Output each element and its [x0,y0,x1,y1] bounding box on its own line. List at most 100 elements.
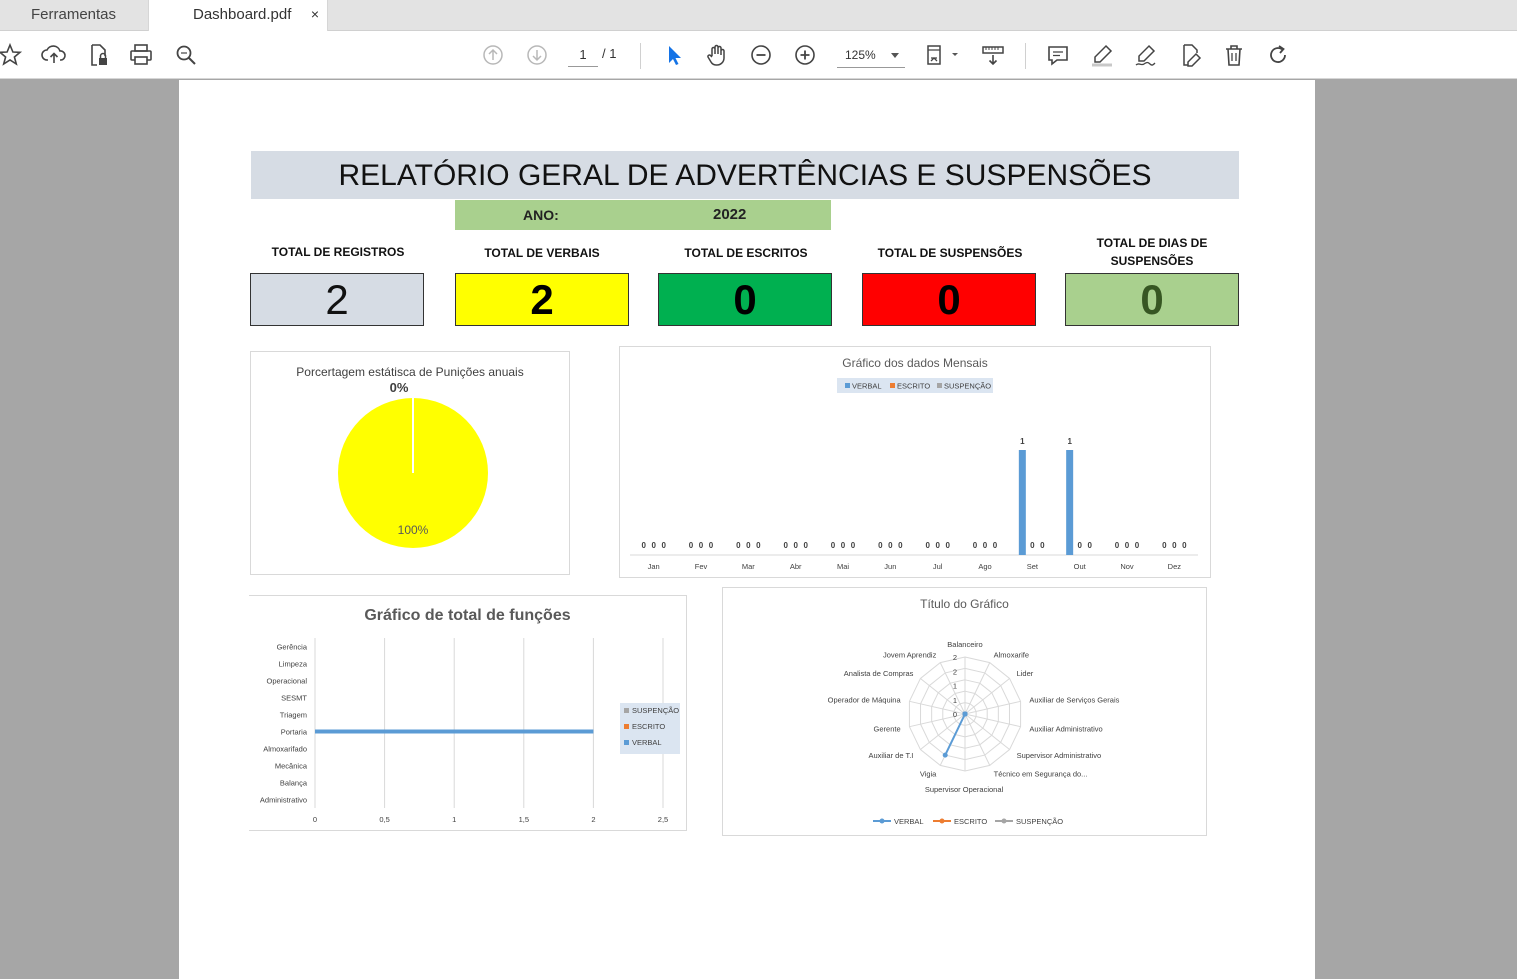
x-tick-label: 1 [452,815,456,824]
zoom-out-icon[interactable] [747,41,775,69]
legend-marker-dot [1001,818,1007,824]
zoom-in-icon[interactable] [791,41,819,69]
close-tab-icon[interactable]: × [311,0,319,29]
hand-tool-icon[interactable] [703,41,731,69]
x-tick-label: Jun [884,562,896,571]
x-tick-label: Set [1027,562,1039,571]
edit-document-icon[interactable] [1176,41,1204,69]
bar [1018,450,1026,555]
data-label: 0 [661,541,666,550]
legend-label: VERBAL [632,738,662,747]
radar-category-label: Gerente [874,725,901,734]
legend-marker [845,383,850,388]
legend-marker-dot [939,818,945,824]
data-label: 0 [1115,541,1120,550]
legend-label: ESCRITO [897,382,930,391]
r-tick-label: 2 [953,653,957,662]
functions-bar-chart: 0 0,5 1 1,5 2 2,5 Administrativo Balança Mecânic… [260,638,680,824]
x-tick-label: Mai [837,562,849,571]
rotate-icon[interactable] [1264,41,1292,69]
x-tick-label: Jul [933,562,943,571]
legend-marker [890,383,895,388]
data-label: 0 [1172,541,1177,550]
data-label: 0 [689,541,694,550]
r-tick-label: 0 [953,710,957,719]
data-label: 0 [793,541,798,550]
trash-icon[interactable] [1220,41,1248,69]
year-band: ANO: 2022 [455,200,831,230]
select-cursor-icon[interactable] [660,41,688,69]
pie-label-full: 100% [398,523,429,537]
legend-marker [624,724,629,729]
tab-tools[interactable]: Ferramentas [0,0,147,31]
data-label: 0 [993,541,998,550]
year-value: 2022 [713,206,747,223]
radar-category-label: Almoxarife [994,651,1029,660]
y-tick-label: Portaria [281,728,308,737]
legend-label: ESCRITO [632,722,665,731]
kpi-value-verbais: 2 [455,273,629,326]
kpi-label-registros: TOTAL DE REGISTROS [271,245,405,259]
data-label: 0 [699,541,704,550]
data-label: 0 [1162,541,1167,550]
protect-document-icon[interactable] [84,41,112,69]
data-label: 0 [925,541,930,550]
data-label: 0 [851,541,856,550]
y-tick-label: Limpeza [279,660,308,669]
y-tick-label: Balança [280,779,308,788]
comment-icon[interactable] [1044,41,1072,69]
scroll-mode-icon[interactable] [979,41,1007,69]
x-tick-label: Nov [1120,562,1134,571]
data-label: 0 [935,541,940,550]
x-tick-label: 1,5 [519,815,529,824]
radar-category-label: Analista de Compras [844,669,914,678]
data-label: 0 [1040,541,1045,550]
data-label: 0 [983,541,988,550]
star-icon[interactable] [0,41,24,69]
radar-category-label: Operador de Máquina [828,695,902,704]
x-tick-label: 2,5 [658,815,668,824]
print-icon[interactable] [127,41,155,69]
pie-chart-frame: Porcertagem estátisca de Punições anuais… [250,351,570,575]
data-label: 0 [1135,541,1140,550]
search-icon[interactable] [172,41,200,69]
bar [315,729,594,734]
data-label: 0 [888,541,893,550]
highlight-pen-icon[interactable] [1088,41,1116,69]
data-label: 0 [1077,541,1082,550]
previous-page-icon[interactable] [479,41,507,69]
legend-label: SUSPENÇÃO [944,382,991,391]
y-tick-label: Operacional [267,677,308,686]
radar-point [962,711,968,717]
next-page-icon[interactable] [523,41,551,69]
data-label: 0 [756,541,761,550]
x-tick-label: Mar [742,562,755,571]
x-tick-label: 0,5 [379,815,389,824]
x-tick-label: Jan [648,562,660,571]
page-fit-icon[interactable] [922,41,962,69]
data-label: 0 [831,541,836,550]
sign-pen-icon[interactable] [1132,41,1160,69]
page-number-input[interactable]: 1 [568,45,598,67]
legend-marker [937,383,942,388]
data-label: 0 [641,541,646,550]
radar-category-label: Balanceiro [947,640,982,649]
data-label: 0 [1087,541,1092,550]
toolbar: 1 / 1 125% [0,31,1517,79]
legend-label: VERBAL [894,817,924,826]
r-tick-label: 2 [953,667,957,676]
x-tick-label: Out [1074,562,1087,571]
upload-cloud-icon[interactable] [40,41,68,69]
tab-document[interactable]: Dashboard.pdf × [148,0,328,32]
radar-category-label: Auxiliar de T.I [869,751,914,760]
x-tick-label: Abr [790,562,802,571]
kpi-label-suspensoes: TOTAL DE SUSPENSÕES [877,246,1023,260]
data-label: 0 [803,541,808,550]
kpi-value-dias-suspensoes: 0 [1065,273,1239,326]
legend-label: ESCRITO [954,817,987,826]
data-label: 0 [1182,541,1187,550]
data-label: 0 [878,541,883,550]
kpi-value-suspensoes: 0 [862,273,1036,326]
radar-chart: 0 1 1 2 2 Balanceiro Almoxarife Lider Auxiliar d… [828,640,1120,826]
zoom-select[interactable]: 125% [837,44,905,68]
